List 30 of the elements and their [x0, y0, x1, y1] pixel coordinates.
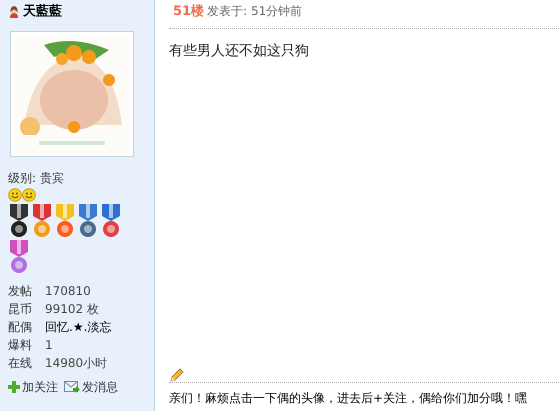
user-icon — [8, 4, 20, 19]
floor-number: 51楼 — [173, 3, 204, 21]
stat-label: 在线 — [8, 354, 33, 372]
signature: 亲们！麻烦点击一下偶的头像，进去后+关注，偶给你们加分哦！嘿 — [169, 391, 528, 405]
medal-icon — [8, 204, 30, 238]
level-label: 级别: 贵宾 — [8, 170, 64, 186]
stat-label: 昆币 — [8, 300, 33, 318]
pencil-icon — [170, 368, 184, 382]
stat-label: 配偶 — [8, 318, 33, 336]
spouse-link[interactable]: 回忆.★.淡忘 — [45, 318, 112, 336]
stat-value: 14980小时 — [45, 354, 108, 372]
stat-value: 170810 — [45, 282, 91, 300]
medal-icon — [77, 204, 99, 238]
stat-value: 99102 枚 — [45, 300, 99, 318]
stat-value: 1 — [45, 336, 53, 354]
medal-icon — [54, 204, 76, 238]
stat-label: 爆料 — [8, 336, 33, 354]
smiley-icon — [22, 188, 36, 202]
post-time: 发表于: 51分钟前 — [207, 3, 302, 20]
stat-label: 发帖 — [8, 282, 33, 300]
smiley-icon — [8, 188, 22, 202]
medal-icon — [8, 240, 30, 274]
plus-icon — [8, 380, 20, 392]
medal-icon — [31, 204, 53, 238]
medal-icon — [100, 204, 122, 238]
mail-icon — [64, 380, 80, 392]
message-link[interactable]: 发消息 — [64, 378, 118, 396]
post-body: 有些男人还不如这只狗 — [169, 42, 309, 58]
follow-link[interactable]: 加关注 — [8, 378, 58, 396]
username-link[interactable]: 天藍藍 — [23, 2, 62, 22]
